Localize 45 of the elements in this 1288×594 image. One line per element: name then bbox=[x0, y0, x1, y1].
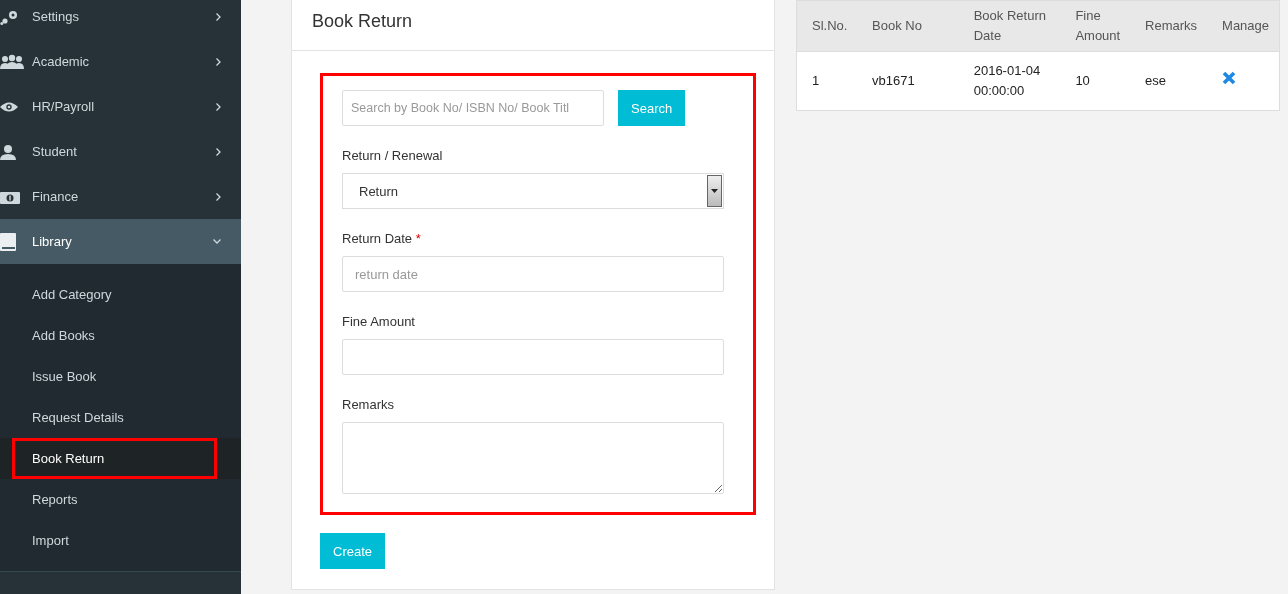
sidebar-item[interactable]: HR/Payroll bbox=[0, 84, 241, 129]
users-icon bbox=[0, 53, 24, 70]
sidebar-subitem[interactable]: Issue Book bbox=[12, 356, 217, 397]
sidebar-subitem[interactable]: Add Books bbox=[12, 315, 217, 356]
table-cell: vb1671 bbox=[857, 51, 959, 111]
table-cell: 10 bbox=[1060, 51, 1130, 111]
sidebar-subitem[interactable]: Add Category bbox=[12, 274, 217, 315]
input-field[interactable]: return date bbox=[342, 256, 724, 292]
text-area[interactable] bbox=[342, 422, 724, 494]
field-label: Return / Renewal bbox=[342, 147, 444, 165]
table-cell: ese bbox=[1130, 51, 1208, 111]
sidebar-item[interactable]: Academic bbox=[0, 39, 241, 84]
sidebar-subitem[interactable]: Book Return bbox=[12, 438, 217, 479]
sidebar-subitem[interactable]: Reports bbox=[12, 479, 217, 520]
column-header: Sl.No. bbox=[796, 0, 857, 52]
input-field[interactable] bbox=[342, 339, 724, 375]
column-header: Book Return Date bbox=[958, 0, 1061, 52]
select-field[interactable]: Return bbox=[342, 173, 724, 209]
chevron-right-icon bbox=[216, 147, 221, 156]
table-cell: 1 bbox=[796, 51, 857, 111]
column-header: Book No bbox=[857, 0, 959, 52]
user-icon bbox=[0, 143, 16, 160]
sidebar-item[interactable]: Settings bbox=[0, 0, 241, 39]
sidebar-item[interactable]: Finance bbox=[0, 174, 241, 219]
sidebar-subitem[interactable]: Request Details bbox=[12, 397, 217, 438]
column-header: Manage bbox=[1207, 0, 1280, 52]
delete-icon[interactable] bbox=[1222, 71, 1237, 85]
field-label: Fine Amount bbox=[342, 313, 416, 331]
book-icon bbox=[0, 232, 16, 251]
field-label: Return Date * bbox=[342, 230, 422, 248]
sidebar-item[interactable]: Student bbox=[0, 129, 241, 174]
column-header: Fine Amount bbox=[1060, 0, 1130, 52]
table-cell: 2016-01-04 00:00:00 bbox=[958, 51, 1061, 111]
column-header: Remarks bbox=[1130, 0, 1208, 52]
sidebar-item[interactable]: Library bbox=[0, 219, 241, 264]
chevron-right-icon bbox=[216, 102, 221, 111]
caret-icon bbox=[707, 175, 722, 207]
card-title: Book Return bbox=[312, 10, 413, 32]
sidebar-subitem[interactable]: Import bbox=[12, 520, 217, 561]
field-label: Remarks bbox=[342, 396, 395, 414]
chevron-right-icon bbox=[216, 57, 221, 66]
chevron-right-icon bbox=[216, 192, 221, 201]
search-field[interactable]: Search by Book No/ ISBN No/ Book Titl bbox=[342, 90, 604, 126]
chevron-right-icon bbox=[216, 12, 221, 21]
chevron-down-icon bbox=[213, 239, 221, 244]
